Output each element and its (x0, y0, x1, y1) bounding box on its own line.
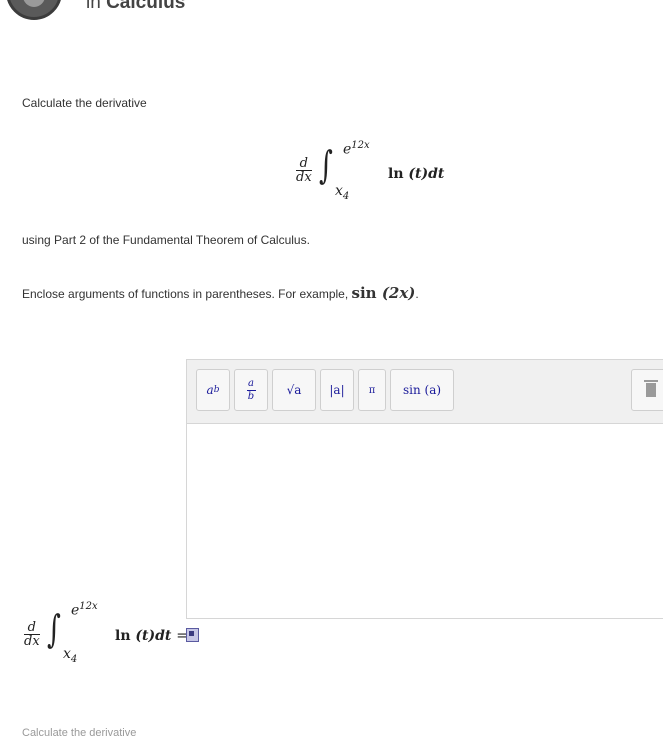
answer-integral-sign: ∫ (46, 607, 61, 651)
question-header: in Calculus (0, 0, 663, 24)
upper-limit: e12x (343, 140, 370, 158)
lower-limit: x4 (335, 183, 350, 202)
sin-button[interactable]: sin (a) (390, 369, 454, 411)
question-intro: Calculate the derivative (22, 96, 147, 110)
question-hint: Enclose arguments of functions in parent… (22, 284, 419, 302)
category-title: in Calculus (86, 0, 185, 14)
answer-integrand: ln (t)dt = (115, 628, 188, 644)
d-dx-operator: d dx (296, 157, 312, 185)
answer-d-dx-operator: d dx (24, 620, 40, 649)
trash-icon (644, 380, 658, 382)
user-icon (23, 0, 45, 7)
avatar (6, 0, 62, 20)
dx-denominator: dx (296, 170, 312, 185)
clear-button[interactable] (631, 369, 663, 411)
hint-example: sin (2x) (351, 284, 416, 302)
fraction-button[interactable]: ab (234, 369, 268, 411)
editor-toolbar: ab ab √a |a| π sin (a) (187, 360, 663, 424)
math-answer-editor: ab ab √a |a| π sin (a) (186, 359, 663, 619)
answer-upper-limit: e12x (71, 601, 98, 619)
sqrt-button[interactable]: √a (272, 369, 316, 411)
abs-button[interactable]: |a| (320, 369, 354, 411)
answer-lower-limit: x4 (63, 646, 78, 665)
answer-input-area[interactable] (187, 424, 663, 618)
d-numerator: d (296, 157, 312, 171)
integrand: ln (t)dt (388, 166, 445, 182)
pi-button[interactable]: π (358, 369, 386, 411)
next-question-preview: Calculate the derivative (22, 727, 137, 739)
question-part-text: using Part 2 of the Fundamental Theorem … (22, 233, 310, 247)
category-name[interactable]: Calculus (106, 0, 185, 13)
answer-placeholder-icon[interactable] (186, 628, 199, 642)
integral-sign: ∫ (318, 143, 333, 187)
power-button[interactable]: ab (196, 369, 230, 411)
category-prefix: in (86, 0, 101, 13)
